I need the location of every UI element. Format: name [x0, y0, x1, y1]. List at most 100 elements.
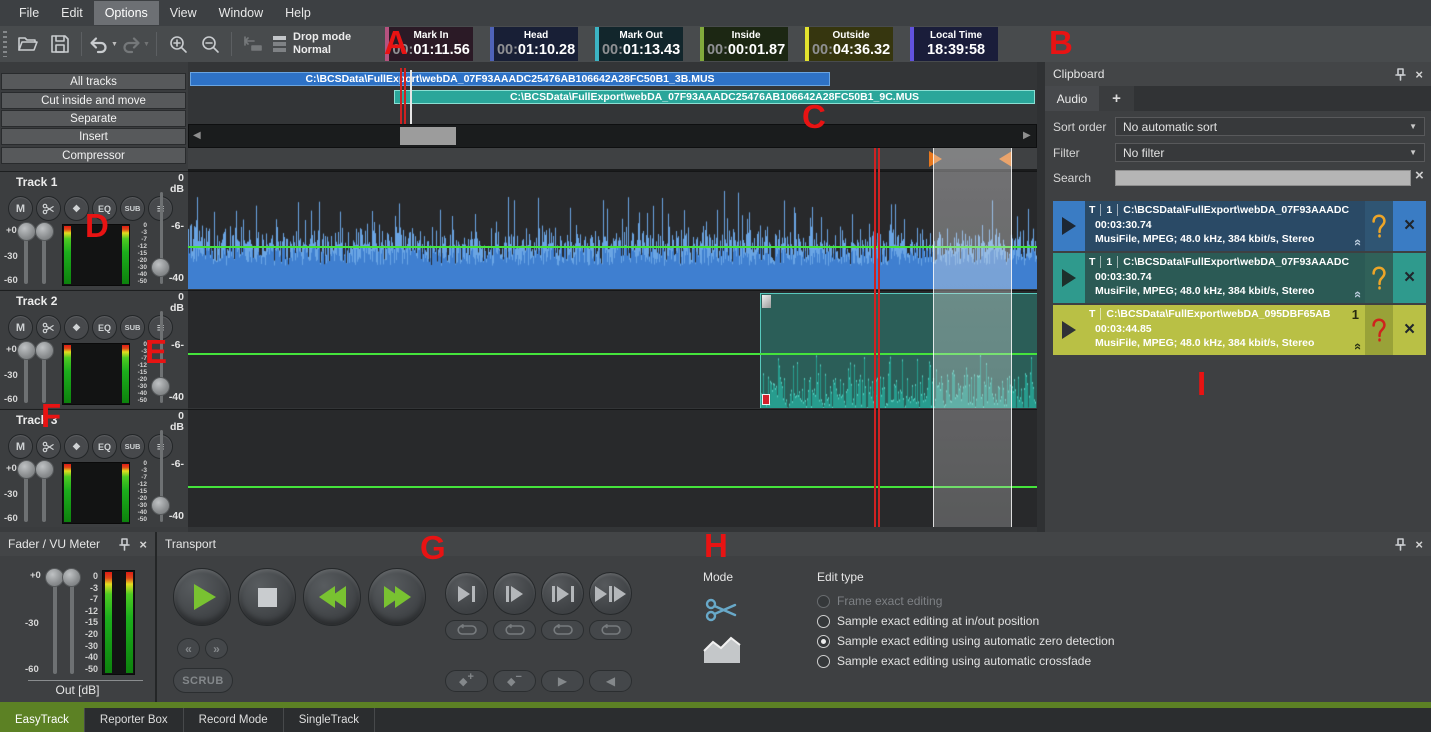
- loop-button[interactable]: [445, 620, 488, 640]
- track-3-volume-envelope[interactable]: [188, 486, 1037, 488]
- scrollbar-thumb[interactable]: [400, 127, 456, 145]
- scissors-button[interactable]: [36, 196, 61, 221]
- envelope-mode-button[interactable]: [703, 634, 741, 669]
- timeline-selection[interactable]: [933, 148, 1012, 527]
- pin-icon[interactable]: [1395, 538, 1406, 551]
- radio-circle-icon[interactable]: [817, 655, 830, 668]
- edit-tool-insert[interactable]: Insert: [1, 128, 186, 145]
- close-icon[interactable]: ×: [1415, 68, 1423, 81]
- item-delete-button[interactable]: ×: [1393, 201, 1426, 251]
- collapse-chevron-icon[interactable]: «: [1351, 239, 1365, 246]
- tab-audio[interactable]: Audio: [1045, 86, 1099, 111]
- play-around-cut-button[interactable]: [589, 572, 632, 615]
- radio-2[interactable]: Sample exact editing at in/out position: [817, 614, 1039, 628]
- remove-marker-button[interactable]: ◆−: [493, 670, 536, 692]
- overview-playhead[interactable]: [400, 68, 406, 124]
- edit-tool-cut-inside-and-move[interactable]: Cut inside and move: [1, 92, 186, 109]
- eq-button[interactable]: EQ: [92, 315, 117, 340]
- filter-dropdown[interactable]: No filter▼: [1115, 143, 1425, 162]
- zoom-in-button[interactable]: [162, 29, 194, 59]
- sub-button[interactable]: SUB: [120, 434, 145, 459]
- rewind-button[interactable]: [303, 568, 361, 626]
- open-file-button[interactable]: [12, 29, 44, 59]
- clipboard-item[interactable]: T1C:\BCSData\FullExport\webDA_07F93AAADC…: [1053, 201, 1426, 251]
- workspace-tab-singletrack[interactable]: SingleTrack: [284, 708, 375, 732]
- eq-button[interactable]: EQ: [92, 434, 117, 459]
- play-from-cursor-button[interactable]: [493, 572, 536, 615]
- timeline-scrollbar[interactable]: ◀ ▶: [188, 124, 1037, 148]
- pin-icon[interactable]: [1395, 68, 1406, 81]
- ear-icon[interactable]: [1365, 201, 1393, 251]
- playhead-cursor[interactable]: [874, 148, 880, 527]
- collapse-chevron-icon[interactable]: «: [1351, 291, 1365, 298]
- close-icon[interactable]: ×: [139, 538, 147, 551]
- item-delete-button[interactable]: ×: [1393, 305, 1426, 355]
- workspace-tab-easytrack[interactable]: EasyTrack: [0, 708, 85, 732]
- add-marker-button[interactable]: ◆+: [445, 670, 488, 692]
- edit-tool-all-tracks[interactable]: All tracks: [1, 73, 186, 90]
- menu-item-edit[interactable]: Edit: [50, 1, 94, 25]
- radio-circle-icon[interactable]: [817, 615, 830, 628]
- loop-button[interactable]: [589, 620, 632, 640]
- radio-circle-icon[interactable]: [817, 635, 830, 648]
- ear-icon[interactable]: [1365, 253, 1393, 303]
- track-2-lane[interactable]: [188, 290, 1037, 408]
- menu-item-view[interactable]: View: [159, 1, 208, 25]
- play-to-cursor-button[interactable]: [445, 572, 488, 615]
- mute-button[interactable]: M: [8, 315, 33, 340]
- out-fader-left-track[interactable]: [53, 576, 57, 674]
- item-body[interactable]: TC:\BCSData\FullExport\webDA_095DBF65AB1…: [1085, 305, 1365, 355]
- undo-dropdown-caret[interactable]: ▼: [111, 41, 118, 48]
- item-play-button[interactable]: [1053, 305, 1085, 355]
- track-fader-knob[interactable]: [17, 341, 36, 360]
- workspace-tab-record-mode[interactable]: Record Mode: [184, 708, 284, 732]
- radio-circle-icon[interactable]: [817, 595, 830, 608]
- item-play-button[interactable]: [1053, 201, 1085, 251]
- trim-tool-button[interactable]: [237, 29, 269, 59]
- undo-button[interactable]: ▼: [87, 29, 119, 59]
- skip-forward-button[interactable]: »: [205, 638, 228, 659]
- scrub-button[interactable]: SCRUB: [173, 668, 233, 693]
- search-input[interactable]: [1115, 170, 1411, 186]
- vertical-splitter[interactable]: [1037, 62, 1045, 532]
- radio-4[interactable]: Sample exact editing using automatic cro…: [817, 654, 1091, 668]
- track-fader-knob[interactable]: [17, 460, 36, 479]
- fast-forward-button[interactable]: [368, 568, 426, 626]
- sub-button[interactable]: SUB: [120, 196, 145, 221]
- edit-tool-separate[interactable]: Separate: [1, 110, 186, 127]
- radio-3[interactable]: Sample exact editing using automatic zer…: [817, 634, 1115, 648]
- menu-item-help[interactable]: Help: [274, 1, 322, 25]
- track-volume-knob[interactable]: [151, 377, 170, 396]
- mute-button[interactable]: M: [8, 434, 33, 459]
- close-icon[interactable]: ×: [1415, 538, 1423, 551]
- loop-button[interactable]: [541, 620, 584, 640]
- stop-button[interactable]: [238, 568, 296, 626]
- menu-item-window[interactable]: Window: [208, 1, 274, 25]
- clipboard-item[interactable]: TC:\BCSData\FullExport\webDA_095DBF65AB1…: [1053, 305, 1426, 355]
- workspace-tab-reporter-box[interactable]: Reporter Box: [85, 708, 184, 732]
- clipboard-item[interactable]: T1C:\BCSData\FullExport\webDA_07F93AAADC…: [1053, 253, 1426, 303]
- scroll-right-arrow[interactable]: ▶: [1023, 130, 1031, 141]
- item-body[interactable]: T1C:\BCSData\FullExport\webDA_07F93AAADC…: [1085, 253, 1365, 303]
- play-selection-button[interactable]: [541, 572, 584, 615]
- track-1-lane[interactable]: [188, 171, 1037, 289]
- track-volume-knob[interactable]: [151, 496, 170, 515]
- track-1-volume-envelope[interactable]: [188, 246, 1037, 248]
- radio-1[interactable]: Frame exact editing: [817, 594, 942, 608]
- clip-fade-handle[interactable]: [762, 295, 771, 308]
- track-fader-knob[interactable]: [17, 222, 36, 241]
- out-fader-right-track[interactable]: [70, 576, 74, 674]
- out-fader-right-knob[interactable]: [62, 568, 81, 587]
- scroll-left-arrow[interactable]: ◀: [193, 130, 201, 141]
- item-body[interactable]: T1C:\BCSData\FullExport\webDA_07F93AAADC…: [1085, 201, 1365, 251]
- item-delete-button[interactable]: ×: [1393, 253, 1426, 303]
- edit-tool-compressor[interactable]: Compressor: [1, 147, 186, 164]
- track-fader-knob[interactable]: [35, 460, 54, 479]
- mute-button[interactable]: M: [8, 196, 33, 221]
- overview-position-marker[interactable]: [410, 70, 412, 124]
- skip-back-button[interactable]: «: [177, 638, 200, 659]
- play-button[interactable]: [173, 568, 231, 626]
- menu-item-file[interactable]: File: [8, 1, 50, 25]
- diamond-button[interactable]: ◆: [64, 315, 89, 340]
- pin-icon[interactable]: [119, 538, 130, 551]
